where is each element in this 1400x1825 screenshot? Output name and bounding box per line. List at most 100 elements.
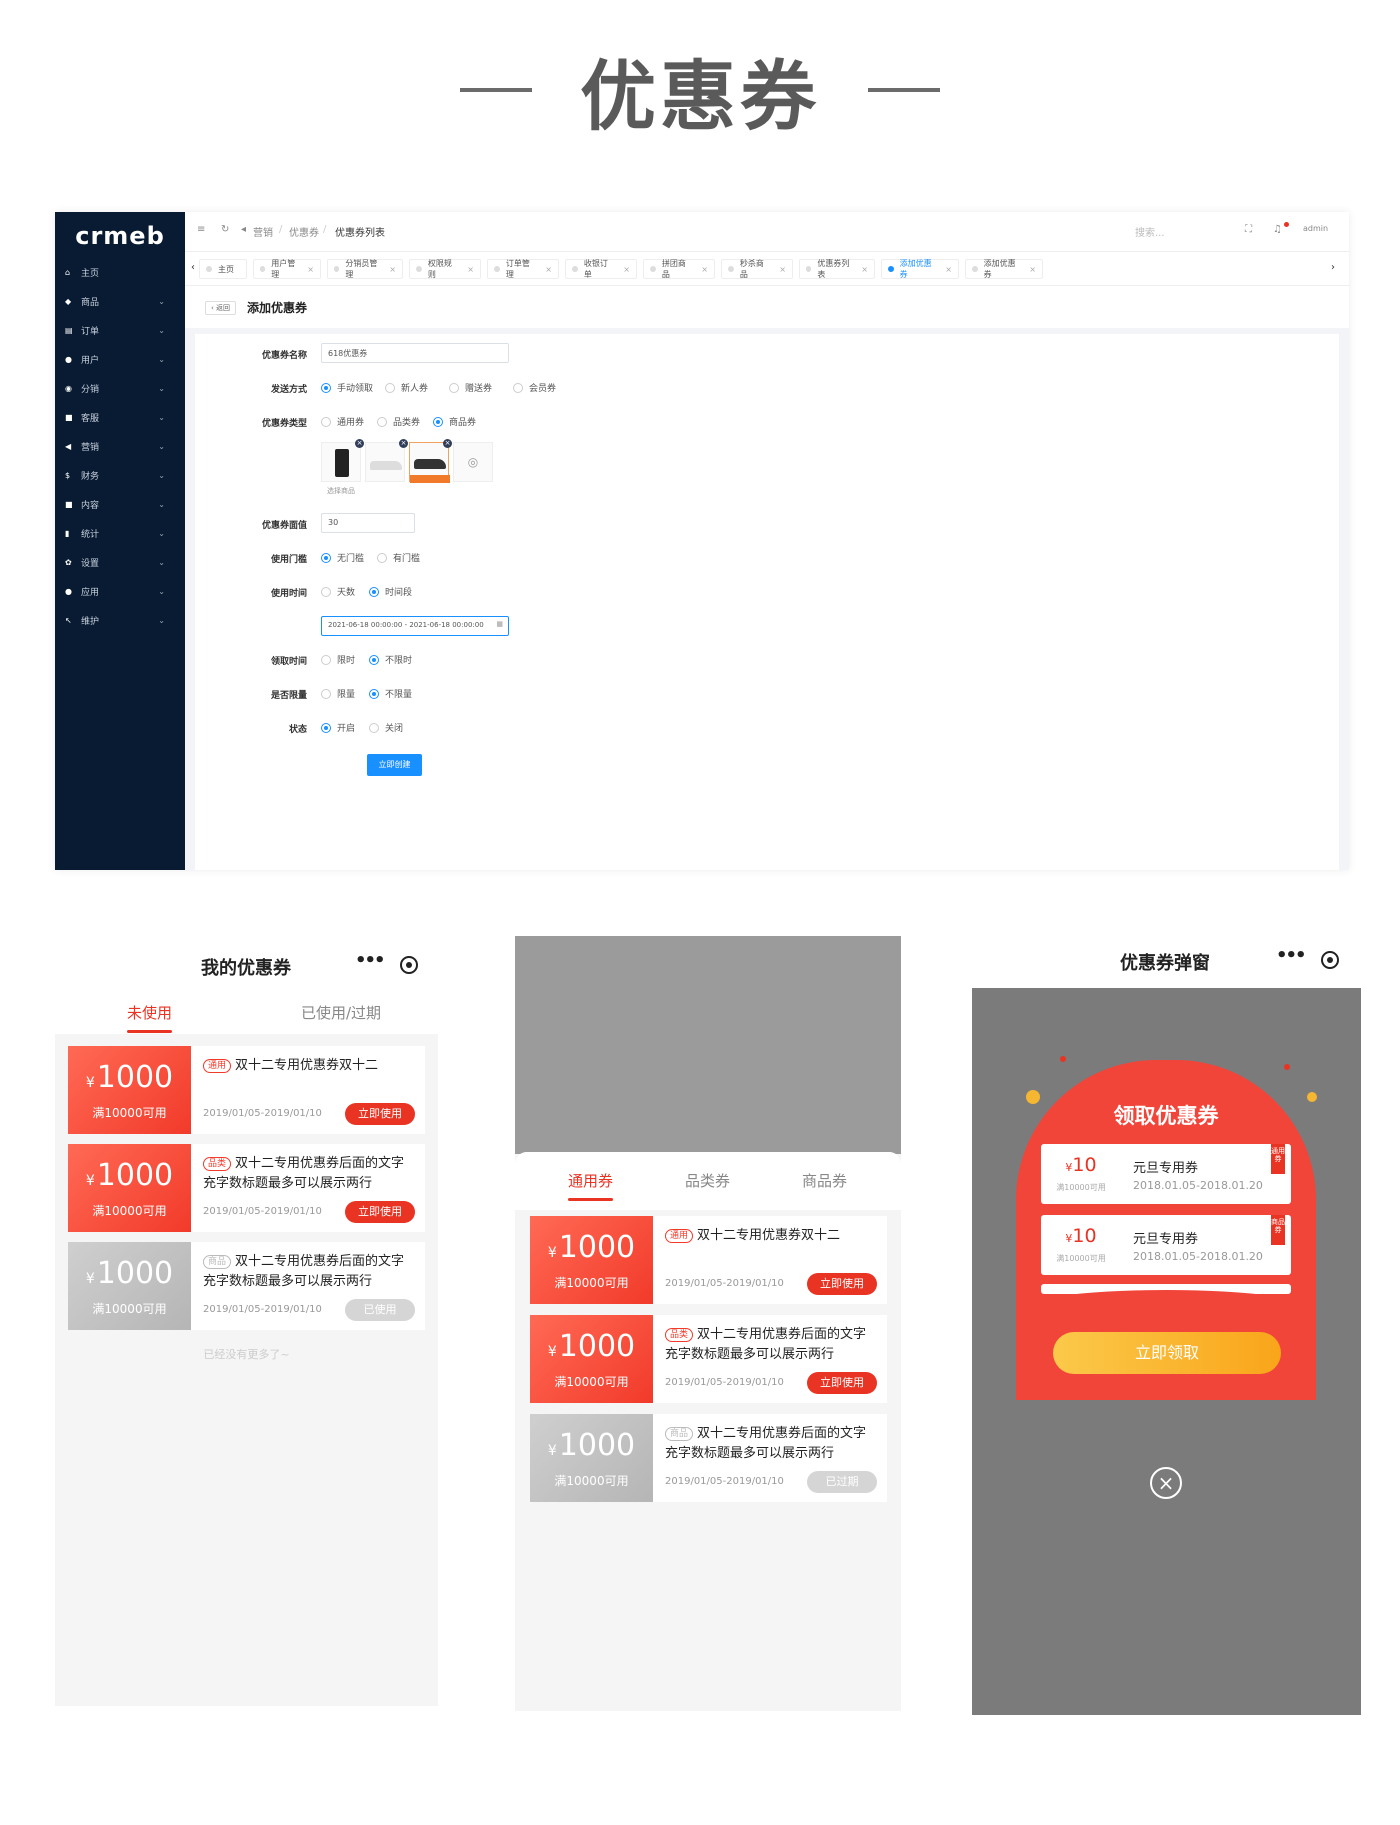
search-input[interactable]: 搜索... — [1135, 224, 1165, 239]
close-target-icon[interactable] — [1321, 951, 1339, 969]
product-thumb-shoe-black[interactable]: × — [409, 439, 452, 483]
remove-icon[interactable]: × — [355, 439, 364, 448]
close-icon[interactable]: × — [1029, 265, 1036, 274]
tab-item[interactable]: 收银订单 × — [565, 259, 637, 279]
radio-button[interactable] — [433, 416, 443, 427]
close-icon[interactable]: × — [701, 265, 708, 274]
radio-button[interactable] — [369, 586, 379, 597]
calendar-icon[interactable]: ▦ — [496, 620, 503, 628]
tab-item[interactable]: 主页 — [199, 259, 247, 279]
tab-used-expired[interactable]: 已使用/过期 — [301, 1002, 381, 1023]
radio-option[interactable]: 赠送券 — [449, 381, 492, 394]
refresh-icon[interactable]: ↻ — [221, 224, 229, 235]
radio-button[interactable] — [377, 552, 387, 563]
radio-option[interactable]: 商品券 — [433, 415, 476, 428]
tab-item[interactable]: 订单管理 × — [487, 259, 559, 279]
radio-option[interactable]: 有门槛 — [377, 551, 420, 564]
close-icon[interactable]: × — [779, 265, 786, 274]
close-icon[interactable]: × — [545, 265, 552, 274]
more-icon[interactable]: ••• — [1276, 945, 1306, 966]
radio-button[interactable] — [369, 654, 379, 665]
sidebar-item[interactable]: ↖ 维护 ⌄ — [55, 604, 185, 637]
date-range-picker[interactable]: 2021-06-18 00:00:00 - 2021-06-18 00:00:0… — [321, 616, 509, 636]
radio-button[interactable] — [385, 382, 395, 393]
product-thumb-phone[interactable]: × — [321, 439, 364, 482]
menu-toggle-icon[interactable]: ≡ — [197, 224, 205, 235]
tab-item[interactable]: 添加优惠券 × — [965, 259, 1043, 279]
radio-option[interactable]: 通用券 — [321, 415, 364, 428]
close-target-icon[interactable] — [400, 956, 418, 974]
remove-icon[interactable]: × — [399, 439, 408, 448]
tab-item[interactable]: 用户管理 × — [253, 259, 321, 279]
tabs-prev-icon[interactable]: ‹ — [191, 262, 195, 273]
close-icon[interactable]: × — [389, 265, 396, 274]
radio-button[interactable] — [321, 722, 331, 733]
radio-option[interactable]: 天数 — [321, 585, 355, 598]
tabs-next-icon[interactable]: › — [1331, 262, 1335, 273]
back-button[interactable]: ‹ 返回 — [205, 301, 237, 315]
close-icon[interactable]: × — [861, 265, 868, 274]
use-button[interactable]: 立即使用 — [345, 1103, 415, 1125]
radio-button[interactable] — [321, 416, 331, 427]
tab-item[interactable]: 拼团商品 × — [643, 259, 715, 279]
radio-option[interactable]: 关闭 — [369, 721, 403, 734]
radio-label: 无门槛 — [337, 554, 365, 564]
radio-button[interactable] — [321, 552, 331, 563]
tab-item[interactable]: 秒杀商品 × — [721, 259, 793, 279]
breadcrumb-item[interactable]: 营销 — [253, 224, 273, 239]
product-thumb-shoe-white[interactable]: × — [365, 439, 408, 482]
use-button[interactable]: 立即使用 — [345, 1201, 415, 1223]
close-icon[interactable]: × — [1150, 1467, 1182, 1499]
radio-button[interactable] — [369, 688, 379, 699]
radio-option[interactable]: 会员券 — [513, 381, 556, 394]
tab-general[interactable]: 通用券 — [568, 1170, 613, 1191]
sidebar-item-label: 设置 — [81, 559, 100, 569]
radio-button[interactable] — [513, 382, 523, 393]
radio-option[interactable]: 手动领取 — [321, 381, 373, 394]
tab-product[interactable]: 商品券 — [802, 1170, 847, 1191]
use-button[interactable]: 立即使用 — [807, 1273, 877, 1295]
close-icon[interactable]: × — [945, 265, 952, 274]
coupon-title-text: 双十二专用优惠券后面的文字充字数标题最多可以展示两行 — [665, 1327, 867, 1362]
create-button[interactable]: 立即创建 — [367, 754, 422, 776]
select-goods-label[interactable]: 选择商品 — [327, 486, 355, 496]
radio-option[interactable]: 限量 — [321, 687, 355, 700]
close-icon[interactable]: × — [307, 265, 314, 274]
use-button[interactable]: 立即使用 — [807, 1372, 877, 1394]
radio-button[interactable] — [321, 586, 331, 597]
radio-option[interactable]: 无门槛 — [321, 551, 364, 564]
radio-option[interactable]: 品类券 — [377, 415, 420, 428]
radio-button[interactable] — [321, 382, 331, 393]
radio-button[interactable] — [449, 382, 459, 393]
radio-option[interactable]: 新人券 — [385, 381, 428, 394]
tab-item[interactable]: 分销员管理 × — [327, 259, 403, 279]
tab-category[interactable]: 品类券 — [685, 1170, 730, 1191]
bell-icon[interactable]: ♫ — [1273, 224, 1282, 235]
tab-item[interactable]: 权限规则 × — [409, 259, 481, 279]
tab-item[interactable]: 添加优惠券 × — [881, 259, 959, 279]
radio-option[interactable]: 时间段 — [369, 585, 412, 598]
radio-button[interactable] — [377, 416, 387, 427]
camera-icon[interactable]: ◎ — [453, 442, 493, 482]
radio-option[interactable]: 限时 — [321, 653, 355, 666]
user-name[interactable]: admin — [1303, 224, 1328, 233]
more-icon[interactable]: ••• — [355, 950, 385, 971]
claim-button[interactable]: 立即领取 — [1053, 1332, 1281, 1374]
coupon-amount-panel: ¥1000 满10000可用 — [530, 1216, 653, 1304]
radio-option[interactable]: 不限时 — [369, 653, 412, 666]
remove-icon[interactable]: × — [443, 439, 452, 448]
close-icon[interactable]: × — [623, 265, 630, 274]
fullscreen-icon[interactable]: ⛶ — [1245, 224, 1252, 235]
radio-option[interactable]: 开启 — [321, 721, 355, 734]
tab-item[interactable]: 优惠券列表 × — [799, 259, 875, 279]
radio-button[interactable] — [369, 722, 379, 733]
radio-button[interactable] — [321, 688, 331, 699]
tab-unused[interactable]: 未使用 — [127, 1002, 172, 1023]
close-icon[interactable]: × — [467, 265, 474, 274]
radio-option[interactable]: 不限量 — [369, 687, 412, 700]
coupon-name-input[interactable]: 618优惠券 — [321, 343, 509, 363]
radio-button[interactable] — [321, 654, 331, 665]
breadcrumb-item[interactable]: 优惠券 — [289, 224, 319, 239]
coupon-value-input[interactable]: 30 — [321, 513, 415, 533]
logo[interactable]: crmeb — [55, 222, 185, 250]
